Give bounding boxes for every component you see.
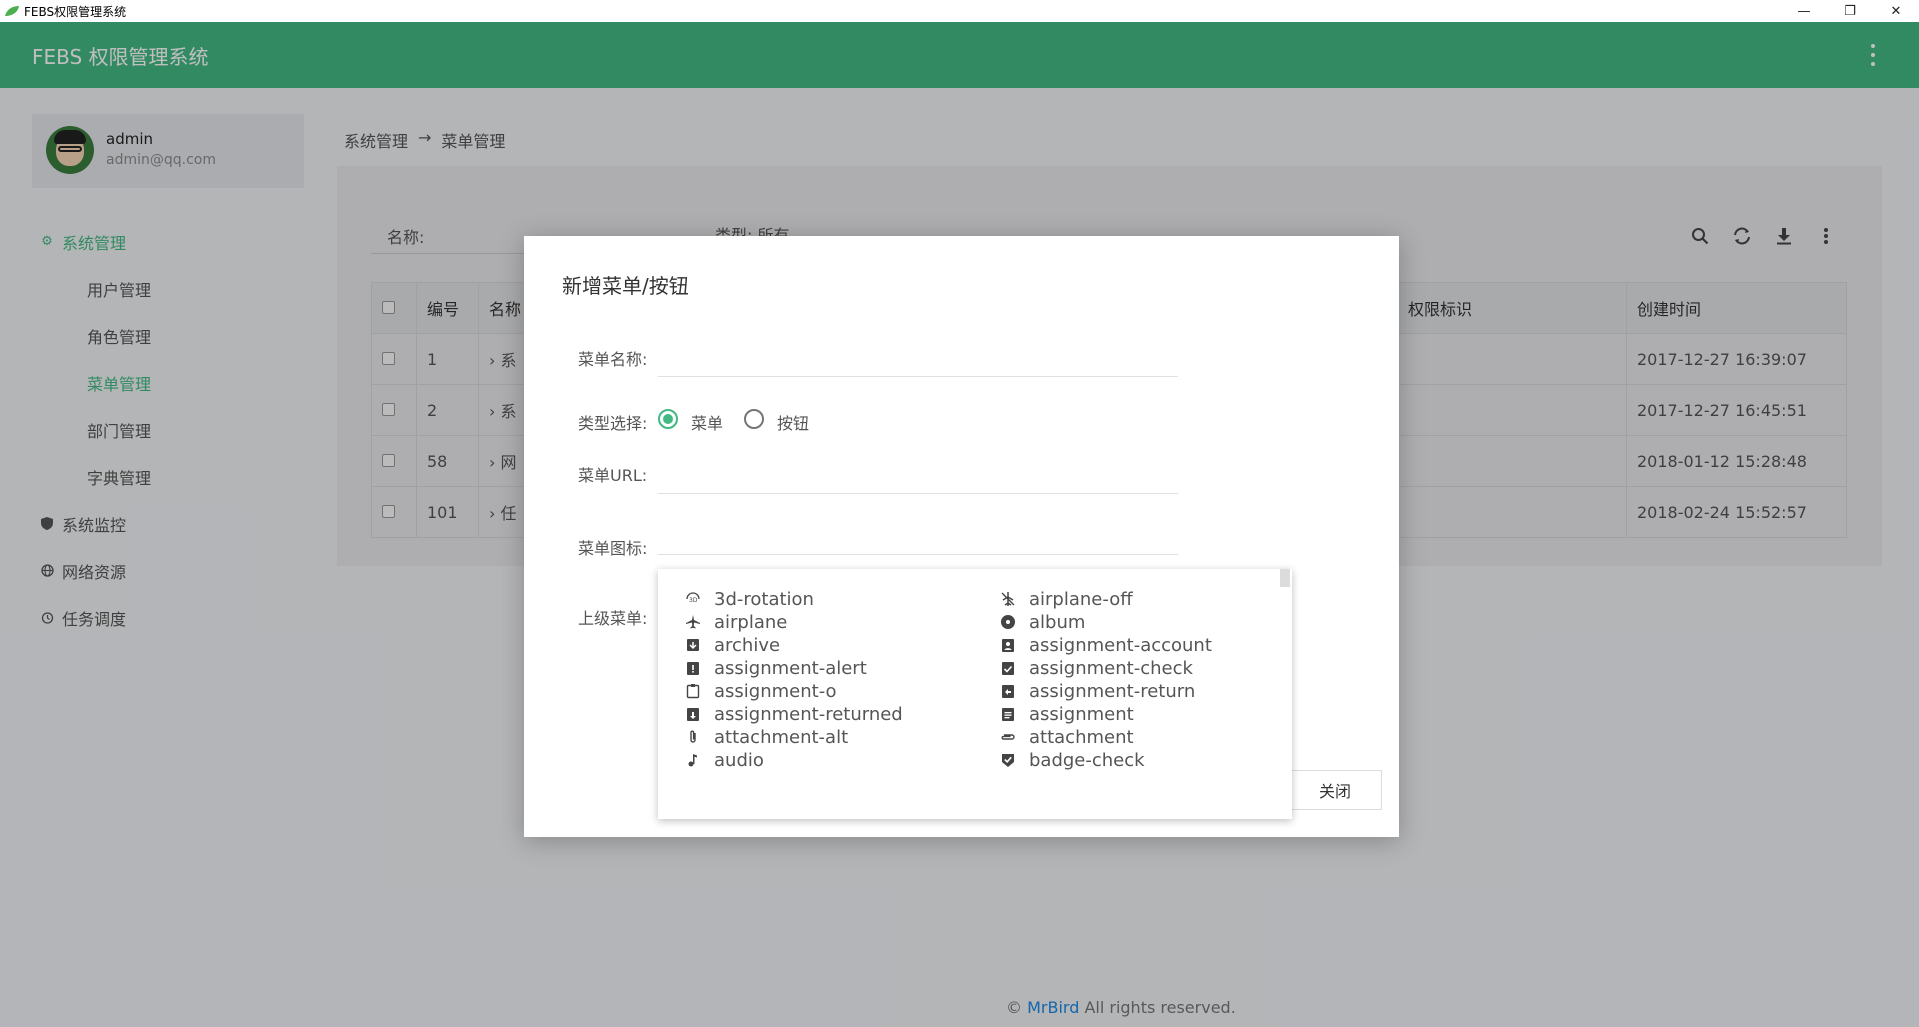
icon-picker-dropdown[interactable]: 3D 3d-rotation airplane-off airplane alb…	[658, 569, 1292, 819]
type-menu-label[interactable]: 菜单	[691, 410, 723, 434]
modal-title: 新增菜单/按钮	[562, 274, 689, 298]
close-button[interactable]: 关闭	[1288, 770, 1382, 810]
add-menu-modal: 新增菜单/按钮 菜单名称: 类型选择: 菜单 按钮 菜单URL: 菜单图标: 上…	[524, 236, 1399, 837]
icon-option[interactable]: audio	[684, 746, 764, 774]
attachment-alt-icon	[684, 728, 702, 746]
assignment-o-icon	[684, 682, 702, 700]
album-icon	[999, 613, 1017, 631]
type-button-radio[interactable]	[744, 409, 764, 429]
close-icon[interactable]: ✕	[1873, 0, 1919, 22]
assignment-account-icon	[999, 636, 1017, 654]
scrollbar[interactable]	[1280, 569, 1290, 587]
type-button-label[interactable]: 按钮	[777, 410, 809, 434]
menu-name-input[interactable]	[658, 376, 1178, 377]
window-title: FEBS权限管理系统	[24, 4, 127, 19]
assignment-check-icon	[999, 659, 1017, 677]
menu-icon-input[interactable]	[658, 554, 1178, 555]
app-leaf-icon	[5, 6, 19, 16]
window-titlebar: FEBS权限管理系统 — ❐ ✕	[0, 0, 1919, 22]
icon-option[interactable]: badge-check	[999, 746, 1145, 774]
assignment-return-icon	[999, 682, 1017, 700]
menu-name-label: 菜单名称:	[578, 350, 648, 369]
archive-icon	[684, 636, 702, 654]
airplane-off-icon	[999, 590, 1017, 608]
menu-url-label: 菜单URL:	[578, 466, 648, 485]
assignment-alert-icon	[684, 659, 702, 677]
assignment-icon	[999, 705, 1017, 723]
restore-icon[interactable]: ❐	[1827, 0, 1873, 22]
type-select-label: 类型选择:	[578, 414, 648, 433]
airplane-icon	[684, 613, 702, 631]
assignment-returned-icon	[684, 705, 702, 723]
menu-url-input[interactable]	[658, 493, 1178, 494]
audio-icon	[684, 751, 702, 769]
type-menu-radio[interactable]	[658, 409, 678, 429]
svg-text:3D: 3D	[689, 597, 698, 604]
minimize-icon[interactable]: —	[1781, 0, 1827, 22]
parent-menu-label: 上级菜单:	[578, 609, 648, 628]
3d-rotation-icon: 3D	[684, 590, 702, 608]
badge-check-icon	[999, 751, 1017, 769]
menu-icon-label: 菜单图标:	[578, 539, 648, 558]
attachment-icon	[999, 728, 1017, 746]
